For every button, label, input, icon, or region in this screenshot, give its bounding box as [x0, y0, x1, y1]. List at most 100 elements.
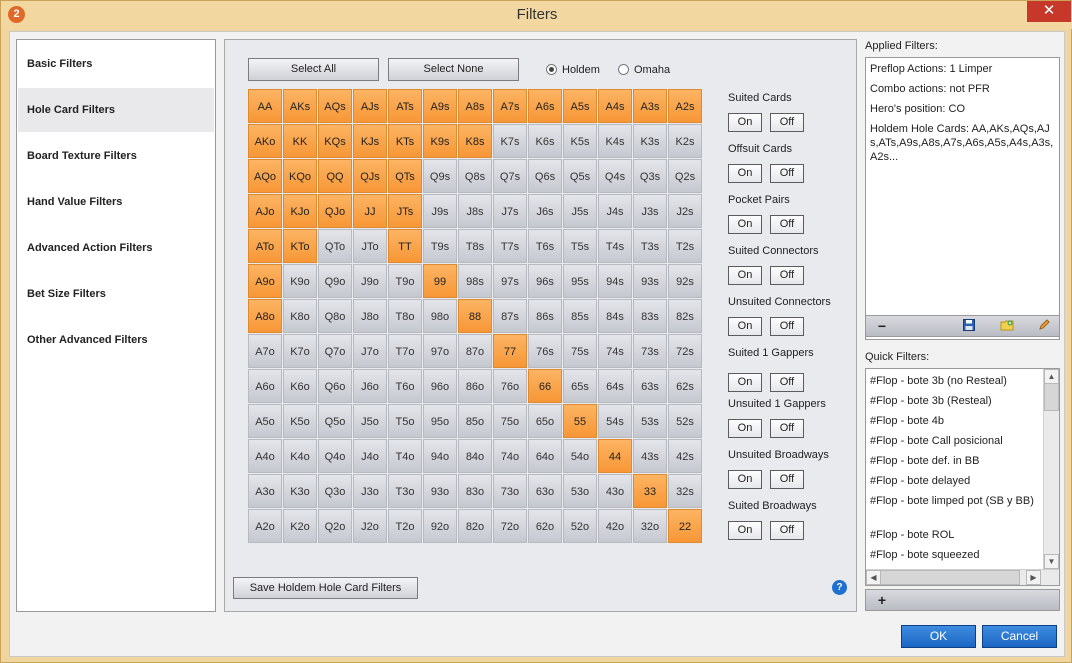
nav-item-basic-filters[interactable]: Basic Filters [18, 42, 214, 86]
hand-cell[interactable]: 75s [563, 334, 597, 368]
hand-cell[interactable]: 62s [668, 369, 702, 403]
help-icon[interactable]: ? [832, 580, 847, 595]
hand-cell[interactable]: 95s [563, 264, 597, 298]
hand-cell[interactable]: 76s [528, 334, 562, 368]
hand-cell[interactable]: T5s [563, 229, 597, 263]
hand-cell[interactable]: J3o [353, 474, 387, 508]
category-on-button[interactable]: On [728, 164, 762, 183]
category-off-button[interactable]: Off [770, 215, 804, 234]
hand-cell[interactable]: 54s [598, 404, 632, 438]
hand-cell[interactable]: 96o [423, 369, 457, 403]
hand-cell[interactable]: JJ [353, 194, 387, 228]
hand-cell[interactable]: Q2s [668, 159, 702, 193]
hand-cell[interactable]: A8s [458, 89, 492, 123]
hand-cell[interactable]: K3s [633, 124, 667, 158]
hand-cell[interactable]: T9o [388, 264, 422, 298]
hand-cell[interactable]: 86o [458, 369, 492, 403]
category-off-button[interactable]: Off [770, 266, 804, 285]
hand-cell[interactable]: K9o [283, 264, 317, 298]
hand-cell[interactable]: ATo [248, 229, 282, 263]
edit-icon[interactable] [1036, 319, 1052, 333]
hand-cell[interactable]: 63o [528, 474, 562, 508]
hand-cell[interactable]: 96s [528, 264, 562, 298]
hand-cell[interactable]: J8s [458, 194, 492, 228]
hand-cell[interactable]: Q6s [528, 159, 562, 193]
hand-cell[interactable]: Q6o [318, 369, 352, 403]
hand-cell[interactable]: AJs [353, 89, 387, 123]
hand-cell[interactable]: Q7s [493, 159, 527, 193]
hand-cell[interactable]: 74o [493, 439, 527, 473]
hand-cell[interactable]: J4o [353, 439, 387, 473]
hand-cell[interactable]: AQo [248, 159, 282, 193]
hand-cell[interactable]: T7o [388, 334, 422, 368]
hand-cell[interactable]: Q9s [423, 159, 457, 193]
hand-cell[interactable]: A4o [248, 439, 282, 473]
hand-cell[interactable]: A3s [633, 89, 667, 123]
hand-cell[interactable]: A6o [248, 369, 282, 403]
hand-cell[interactable]: AJo [248, 194, 282, 228]
hand-cell[interactable]: KTs [388, 124, 422, 158]
horizontal-scrollbar[interactable]: ◀ ▶ [866, 569, 1059, 585]
hand-cell[interactable]: KK [283, 124, 317, 158]
scroll-thumb[interactable] [1044, 383, 1059, 411]
scroll-right-icon[interactable]: ▶ [1026, 570, 1041, 585]
hand-cell[interactable]: JTs [388, 194, 422, 228]
hand-cell[interactable]: J5o [353, 404, 387, 438]
save-holdem-hole-card-filters-button[interactable]: Save Holdem Hole Card Filters [233, 577, 418, 599]
hand-cell[interactable]: K6o [283, 369, 317, 403]
ok-button[interactable]: OK [901, 625, 976, 648]
hand-cell[interactable]: 85s [563, 299, 597, 333]
hand-cell[interactable]: 43o [598, 474, 632, 508]
nav-item-other-advanced-filters[interactable]: Other Advanced Filters [18, 318, 214, 362]
hand-cell[interactable]: K2s [668, 124, 702, 158]
hand-cell[interactable]: K8o [283, 299, 317, 333]
hand-cell[interactable]: T2s [668, 229, 702, 263]
hand-cell[interactable]: 66 [528, 369, 562, 403]
hand-cell[interactable]: 82o [458, 509, 492, 543]
hand-cell[interactable]: T6o [388, 369, 422, 403]
hand-cell[interactable]: A2s [668, 89, 702, 123]
hand-cell[interactable]: T9s [423, 229, 457, 263]
hand-cell[interactable]: A4s [598, 89, 632, 123]
hand-cell[interactable]: J7s [493, 194, 527, 228]
hand-cell[interactable]: 88 [458, 299, 492, 333]
hand-cell[interactable]: A7s [493, 89, 527, 123]
hand-cell[interactable]: 98o [423, 299, 457, 333]
hand-cell[interactable]: KTo [283, 229, 317, 263]
omaha-radio[interactable]: Omaha [618, 62, 670, 78]
hand-cell[interactable]: 42s [668, 439, 702, 473]
hand-cell[interactable]: 75o [493, 404, 527, 438]
hand-cell[interactable]: 84o [458, 439, 492, 473]
hand-cell[interactable]: Q3s [633, 159, 667, 193]
hand-cell[interactable]: J5s [563, 194, 597, 228]
hand-cell[interactable]: J9o [353, 264, 387, 298]
hand-cell[interactable]: 52o [563, 509, 597, 543]
hand-cell[interactable]: AQs [318, 89, 352, 123]
cancel-button[interactable]: Cancel [982, 625, 1057, 648]
category-off-button[interactable]: Off [770, 164, 804, 183]
hand-cell[interactable]: KJo [283, 194, 317, 228]
hand-cell[interactable]: 72s [668, 334, 702, 368]
hand-cell[interactable]: 73s [633, 334, 667, 368]
hand-cell[interactable]: 43s [633, 439, 667, 473]
category-on-button[interactable]: On [728, 521, 762, 540]
hand-cell[interactable]: K2o [283, 509, 317, 543]
hand-cell[interactable]: K7s [493, 124, 527, 158]
quick-filter-item[interactable]: #Flop - bote 3b (no Resteal) [870, 374, 1042, 388]
hand-cell[interactable]: A8o [248, 299, 282, 333]
hand-cell[interactable]: Q7o [318, 334, 352, 368]
hand-cell[interactable]: K4o [283, 439, 317, 473]
hand-cell[interactable]: Q8s [458, 159, 492, 193]
category-off-button[interactable]: Off [770, 419, 804, 438]
hand-cell[interactable]: J8o [353, 299, 387, 333]
quick-filter-item[interactable]: #Flop - bote def. in BB [870, 454, 1042, 468]
hand-cell[interactable]: AKo [248, 124, 282, 158]
hand-cell[interactable]: J9s [423, 194, 457, 228]
hand-cell[interactable]: T5o [388, 404, 422, 438]
hand-cell[interactable]: J4s [598, 194, 632, 228]
nav-item-advanced-action-filters[interactable]: Advanced Action Filters [18, 226, 214, 270]
category-on-button[interactable]: On [728, 470, 762, 489]
category-on-button[interactable]: On [728, 215, 762, 234]
hand-cell[interactable]: 22 [668, 509, 702, 543]
hand-cell[interactable]: Q9o [318, 264, 352, 298]
